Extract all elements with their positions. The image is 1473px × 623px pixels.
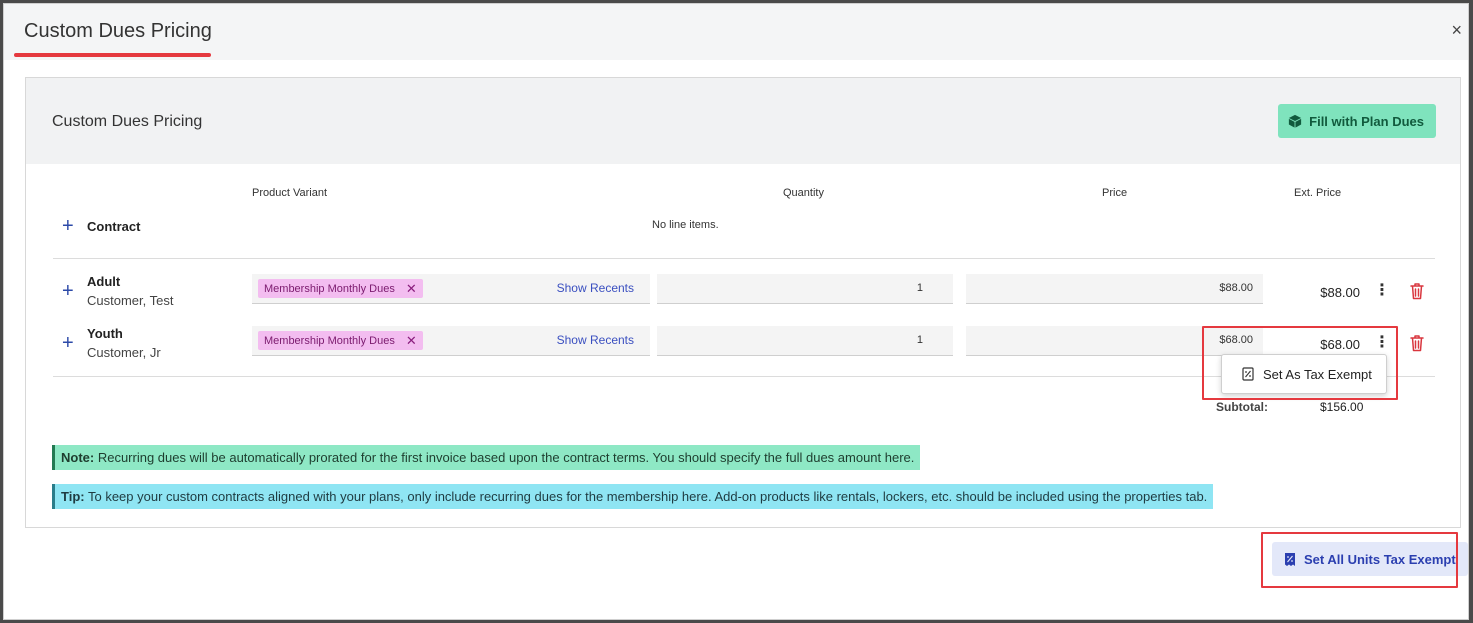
show-recents-link[interactable]: Show Recents [557,281,634,295]
contract-group-name: Contract [87,219,141,234]
header-quantity: Quantity [783,187,824,199]
row-name: Youth [87,326,123,341]
trash-icon[interactable] [1409,334,1425,352]
box-icon [1289,114,1302,128]
add-contract-item-icon[interactable]: + [62,216,74,236]
price-input[interactable]: $88.00 [966,274,1263,304]
row-customer: Customer, Jr [87,345,161,360]
product-variant-field[interactable]: Membership Monthly Dues ✕ Show Recents [252,326,650,356]
quantity-input[interactable]: 1 [657,274,953,304]
fill-button-label: Fill with Plan Dues [1309,113,1424,129]
variant-chip-label: Membership Monthly Dues [264,334,395,347]
quantity-input[interactable]: 1 [657,326,953,356]
modal-title: Custom Dues Pricing [24,20,212,42]
variant-chip: Membership Monthly Dues ✕ [258,279,423,298]
row-name: Adult [87,274,121,289]
fill-with-plan-dues-button[interactable]: Fill with Plan Dues [1278,104,1436,138]
dues-pricing-panel: Custom Dues Pricing Fill with Plan Dues … [25,77,1461,528]
custom-dues-pricing-modal: Custom Dues Pricing × Custom Dues Pricin… [3,3,1469,620]
variant-chip: Membership Monthly Dues ✕ [258,331,423,350]
tip-text: To keep your custom contracts aligned wi… [84,489,1208,504]
add-youth-item-icon[interactable]: + [62,333,74,353]
trash-icon[interactable] [1409,282,1425,300]
close-icon[interactable]: × [1451,21,1462,39]
tip-label: Tip: [61,489,85,504]
remove-chip-icon[interactable]: ✕ [406,281,417,297]
menu-highlight-box [1202,326,1398,400]
add-adult-item-icon[interactable]: + [62,281,74,301]
button-highlight-box [1261,532,1458,588]
panel-title: Custom Dues Pricing [52,113,203,130]
subtotal-value: $156.00 [1320,400,1364,414]
show-recents-link[interactable]: Show Recents [557,333,634,347]
panel-header: Custom Dues Pricing Fill with Plan Dues [26,78,1460,164]
note-label: Note: [61,450,95,465]
note-text: Recurring dues will be automatically pro… [94,450,915,465]
row-customer: Customer, Test [87,293,174,308]
title-highlight-underline [14,53,211,57]
divider [53,258,1435,259]
tip-banner: Tip: To keep your custom contracts align… [52,484,1214,509]
header-product-variant: Product Variant [252,187,328,199]
remove-chip-icon[interactable]: ✕ [406,333,417,349]
row-menu-icon[interactable]: ⋮ [1374,283,1390,299]
subtotal-label: Subtotal: [1216,400,1268,414]
no-line-items-text: No line items. [652,219,719,231]
header-ext-price: Ext. Price [1294,187,1342,199]
note-banner: Note: Recurring dues will be automatical… [52,445,921,470]
ext-price-value: $88.00 [1320,285,1360,300]
product-variant-field[interactable]: Membership Monthly Dues ✕ Show Recents [252,274,650,304]
header-price: Price [1102,187,1128,199]
modal-header: Custom Dues Pricing × [4,4,1468,60]
variant-chip-label: Membership Monthly Dues [264,282,395,295]
